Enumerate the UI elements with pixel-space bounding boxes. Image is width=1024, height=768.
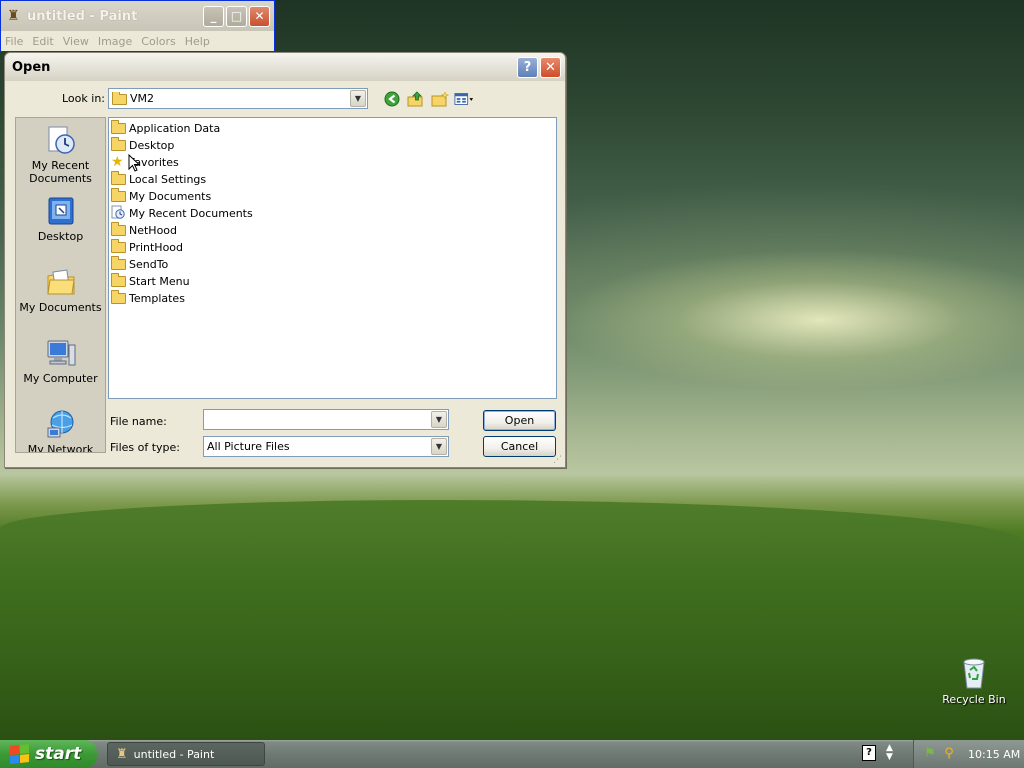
place-label: My Network: [27, 443, 94, 453]
mouse-cursor-icon: [128, 153, 141, 172]
paint-window: ♜ untitled - Paint _ □ ✕ File Edit View …: [0, 0, 275, 52]
paint-close-button[interactable]: ✕: [249, 5, 270, 27]
new-folder-icon[interactable]: [430, 89, 450, 109]
list-item[interactable]: Desktop: [111, 136, 174, 153]
folder-icon: [111, 221, 126, 236]
dialog-help-button[interactable]: ?: [517, 56, 538, 78]
dialog-close-button[interactable]: ✕: [540, 56, 561, 78]
open-dialog: Open ? ✕ Look in: VM2 ▼ My Recent Docume…: [4, 52, 566, 468]
back-icon[interactable]: [382, 89, 402, 109]
look-in-row: Look in: VM2 ▼: [5, 87, 565, 111]
list-item[interactable]: Local Settings: [111, 170, 206, 187]
paint-app-icon: ♜: [7, 8, 20, 24]
favorites-folder-icon: ★: [111, 154, 124, 170]
look-in-label: Look in:: [62, 92, 105, 105]
system-tray: ⚑ ⚲ 10:15 AM: [913, 740, 1024, 768]
paint-minimize-button[interactable]: _: [203, 5, 224, 27]
list-item[interactable]: ★ Favorites: [111, 154, 179, 170]
paint-maximize-button[interactable]: □: [226, 5, 247, 27]
cancel-button[interactable]: Cancel: [483, 436, 556, 457]
folder-icon: [111, 187, 126, 202]
paint-titlebar[interactable]: ♜ untitled - Paint _ □ ✕: [1, 1, 274, 31]
network-tray-icon[interactable]: ⚑: [922, 746, 938, 762]
paint-window-title: untitled - Paint: [27, 8, 138, 24]
folder-icon: [111, 136, 126, 151]
up-folder-icon[interactable]: [406, 89, 426, 109]
my-documents-icon: [45, 266, 77, 298]
chevron-down-icon[interactable]: ▼: [431, 438, 447, 455]
view-menu-icon[interactable]: [454, 89, 474, 109]
place-my-network[interactable]: My Network: [16, 408, 105, 453]
list-item[interactable]: My Recent Documents: [111, 205, 253, 221]
menu-edit[interactable]: Edit: [32, 35, 53, 48]
files-of-type-value: All Picture Files: [207, 440, 290, 453]
place-desktop[interactable]: Desktop: [16, 195, 105, 243]
list-item[interactable]: Templates: [111, 289, 185, 306]
list-item[interactable]: Application Data: [111, 119, 220, 136]
clock[interactable]: 10:15 AM: [968, 748, 1020, 761]
list-item[interactable]: Start Menu: [111, 272, 190, 289]
place-my-documents[interactable]: My Documents: [16, 266, 105, 314]
place-label: My Computer: [23, 372, 98, 385]
look-in-value: VM2: [130, 92, 155, 105]
open-button[interactable]: Open: [483, 410, 556, 431]
dialog-title: Open: [12, 59, 51, 75]
file-name-field[interactable]: ▼: [203, 409, 449, 430]
windows-logo-icon: [10, 744, 30, 765]
recent-folder-icon: [111, 205, 126, 222]
place-my-computer[interactable]: My Computer: [16, 337, 105, 385]
folder-icon: [111, 170, 126, 185]
file-name-label: File name:: [110, 415, 167, 428]
menu-colors[interactable]: Colors: [141, 35, 175, 48]
list-item[interactable]: NetHood: [111, 221, 177, 238]
my-network-icon: [45, 408, 77, 440]
list-item[interactable]: PrintHood: [111, 238, 183, 255]
recent-documents-icon: [45, 124, 77, 156]
files-of-type-label: Files of type:: [110, 441, 181, 454]
places-bar: My Recent Documents Desktop My Documents…: [15, 117, 106, 453]
recycle-bin-desktop-icon[interactable]: Recycle Bin: [942, 656, 1006, 706]
list-item[interactable]: My Documents: [111, 187, 211, 204]
folder-icon: [111, 255, 126, 270]
recycle-bin-icon: [958, 656, 990, 690]
paint-app-icon: ♜: [116, 746, 128, 762]
resize-grip-icon[interactable]: ⋰: [553, 455, 563, 465]
file-list[interactable]: Application Data Desktop ★ Favorites Loca…: [108, 117, 557, 399]
navigation-toolbar: [382, 89, 474, 109]
place-label: Desktop: [37, 230, 84, 243]
folder-icon: [111, 289, 126, 304]
taskbar-item-paint[interactable]: ♜ untitled - Paint: [107, 742, 265, 766]
taskbar: start ♜ untitled - Paint ? ▲ ▼ ⚑ ⚲ 10:15 …: [0, 740, 1024, 768]
wallpaper-hills: [0, 500, 1024, 740]
my-computer-icon: [45, 337, 77, 369]
search-icon[interactable]: ⚲: [941, 746, 957, 762]
menu-help[interactable]: Help: [185, 35, 210, 48]
chevron-down-icon[interactable]: ▼: [431, 411, 447, 428]
desktop-icon: [45, 195, 77, 227]
folder-icon: [112, 92, 127, 105]
taskbar-item-label: untitled - Paint: [133, 747, 215, 761]
folder-icon: [111, 119, 126, 134]
place-my-recent-documents[interactable]: My Recent Documents: [16, 124, 105, 185]
chevron-icon[interactable]: ▲ ▼: [886, 744, 893, 762]
chevron-down-icon[interactable]: ▼: [350, 90, 366, 107]
paint-menubar: File Edit View Image Colors Help: [1, 31, 274, 51]
folder-icon: [111, 238, 126, 253]
place-label: My Documents: [19, 301, 102, 314]
folder-icon: [111, 272, 126, 287]
list-item[interactable]: SendTo: [111, 255, 168, 272]
start-button[interactable]: start: [0, 740, 97, 768]
help-icon[interactable]: ?: [862, 745, 876, 761]
menu-view[interactable]: View: [63, 35, 89, 48]
start-label: start: [35, 744, 82, 764]
dialog-titlebar[interactable]: Open ? ✕: [5, 53, 565, 81]
recycle-bin-label: Recycle Bin: [942, 693, 1006, 706]
look-in-dropdown[interactable]: VM2 ▼: [108, 88, 368, 109]
menu-image[interactable]: Image: [98, 35, 132, 48]
menu-file[interactable]: File: [5, 35, 23, 48]
files-of-type-dropdown[interactable]: All Picture Files ▼: [203, 436, 449, 457]
place-label: My Recent Documents: [29, 159, 92, 185]
